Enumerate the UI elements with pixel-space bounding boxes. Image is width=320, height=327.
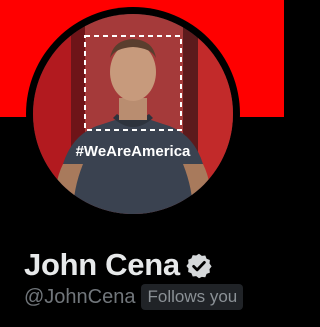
follows-you-badge: Follows you — [141, 284, 244, 310]
profile-header: #WeAreAmerica John Cena @JohnCena Follow… — [0, 0, 284, 327]
avatar-photo: #WeAreAmerica — [33, 14, 233, 214]
verified-badge-icon[interactable] — [185, 252, 213, 280]
display-name-row: John Cena — [24, 246, 213, 284]
avatar-caption: #WeAreAmerica — [76, 143, 191, 160]
avatar[interactable]: #WeAreAmerica — [33, 14, 233, 214]
display-name: John Cena — [24, 247, 180, 282]
handle-row: @JohnCena Follows you — [24, 282, 244, 312]
username-handle: @JohnCena — [24, 286, 136, 308]
